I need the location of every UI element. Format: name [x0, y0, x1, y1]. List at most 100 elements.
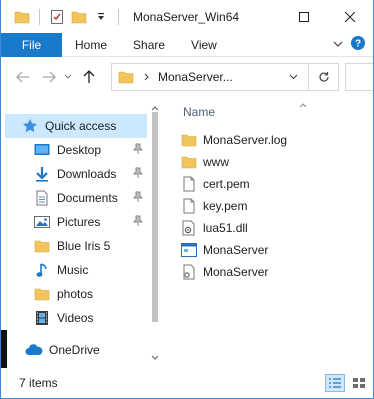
folder-icon[interactable] [11, 6, 33, 28]
tab-view[interactable]: View [178, 33, 230, 57]
breadcrumb-separator-icon[interactable] [144, 73, 150, 81]
pin-icon[interactable] [132, 143, 144, 158]
details-view-icon[interactable] [325, 374, 345, 392]
sidebar-item-label: Blue Iris 5 [57, 239, 111, 253]
column-name[interactable]: Name [183, 105, 215, 119]
large-icons-view-icon[interactable] [349, 374, 369, 392]
sidebar-item-label: Videos [57, 311, 94, 325]
sidebar-item-label: photos [57, 287, 94, 301]
sidebar-item-downloads[interactable]: Downloads [5, 162, 147, 186]
file-name: MonaServer [203, 243, 269, 257]
sidebar-item-music[interactable]: Music [5, 258, 147, 282]
tab-file[interactable]: File [1, 32, 62, 57]
desktop-icon [33, 141, 51, 159]
sidebar-item-label: Quick access [45, 119, 117, 133]
caption-buttons [281, 0, 373, 33]
pin-icon[interactable] [132, 191, 144, 206]
downloads-icon [33, 165, 51, 183]
folder-icon [181, 154, 197, 170]
folder-icon [33, 237, 51, 255]
folder-icon [33, 285, 51, 303]
address-bar[interactable]: MonaServer... [111, 63, 339, 91]
file-name: cert.pem [203, 177, 250, 191]
explorer-window: MonaServer_Win64 File Home Share View ? [0, 0, 374, 399]
config-icon [181, 264, 197, 280]
sidebar-item-label: Pictures [57, 215, 101, 229]
file-name: key.pem [203, 199, 248, 213]
file-list: Name MonaServer.log www cert.pem key.pem [169, 96, 373, 368]
file-name: MonaServer [203, 265, 269, 279]
navigation-pane: Quick access Desktop Downloads Documents… [1, 96, 161, 368]
search-input[interactable] [345, 63, 373, 91]
toolbar-divider [39, 8, 40, 25]
recent-locations-chevron-icon[interactable] [61, 65, 75, 89]
application-icon [181, 242, 197, 258]
window-title: MonaServer_Win64 [133, 9, 240, 24]
pin-icon[interactable] [132, 167, 144, 182]
sidebar-item-pictures[interactable]: Pictures [5, 210, 147, 234]
list-item[interactable]: key.pem [181, 195, 361, 217]
navigation-bar: MonaServer... [1, 58, 373, 96]
folder-icon [118, 70, 134, 84]
file-name: MonaServer.log [203, 133, 288, 147]
nav-scrollbar[interactable] [149, 96, 161, 368]
star-icon [21, 117, 39, 135]
address-path[interactable]: MonaServer... [158, 70, 233, 84]
tab-home[interactable]: Home [62, 33, 120, 57]
sidebar-item-label: Downloads [57, 167, 117, 181]
restore-button[interactable] [281, 0, 327, 33]
list-item[interactable]: MonaServer.log [181, 129, 361, 151]
list-item[interactable]: cert.pem [181, 173, 361, 195]
pin-icon[interactable] [132, 215, 144, 230]
videos-icon [33, 309, 51, 327]
sidebar-item-quick-access[interactable]: Quick access [5, 114, 147, 138]
pictures-icon [33, 213, 51, 231]
view-switcher [325, 374, 369, 392]
sidebar-item-onedrive[interactable]: OneDrive [5, 338, 147, 362]
close-button[interactable] [327, 0, 373, 33]
list-item[interactable]: MonaServer [181, 261, 361, 283]
sidebar-item-blue-iris-5[interactable]: Blue Iris 5 [5, 234, 147, 258]
list-item[interactable]: lua51.dll [181, 217, 361, 239]
status-bar: 7 items [1, 368, 373, 398]
column-header[interactable]: Name [169, 96, 373, 126]
properties-icon[interactable] [46, 6, 68, 28]
file-name: lua51.dll [203, 221, 248, 235]
address-dropdown-icon[interactable] [282, 64, 304, 90]
refresh-icon[interactable] [308, 64, 338, 90]
up-arrow-icon[interactable] [79, 65, 99, 89]
sort-indicator-icon [299, 97, 307, 111]
scrollbar-thumb[interactable] [152, 112, 158, 322]
scroll-down-icon[interactable] [151, 350, 159, 364]
list-item[interactable]: MonaServer [181, 239, 361, 261]
toolbar-divider [118, 8, 119, 25]
file-icon [181, 176, 197, 192]
sidebar-item-desktop[interactable]: Desktop [5, 138, 147, 162]
file-icon [181, 198, 197, 214]
customize-toolbar-dropdown-icon[interactable] [90, 6, 112, 28]
help-icon[interactable]: ? [351, 36, 365, 53]
music-icon [33, 261, 51, 279]
ribbon-controls: ? [333, 36, 373, 53]
svg-text:?: ? [355, 39, 361, 50]
expand-ribbon-icon[interactable] [333, 38, 343, 52]
sidebar-item-documents[interactable]: Documents [5, 186, 147, 210]
sidebar-item-label: Music [57, 263, 89, 277]
forward-arrow-icon[interactable] [39, 65, 59, 89]
cloud-icon [25, 341, 43, 359]
dll-icon [181, 220, 197, 236]
documents-icon [33, 189, 51, 207]
desktop-background [1, 330, 7, 368]
folder-icon [181, 132, 197, 148]
sidebar-item-photos[interactable]: photos [5, 282, 147, 306]
sidebar-item-label: Documents [57, 191, 118, 205]
list-item[interactable]: www [181, 151, 361, 173]
sidebar-item-videos[interactable]: Videos [5, 306, 147, 330]
tab-share[interactable]: Share [120, 33, 178, 57]
file-name: www [203, 155, 229, 169]
sidebar-item-label: OneDrive [49, 343, 100, 357]
item-count: 7 items [19, 376, 58, 390]
title-bar: MonaServer_Win64 [1, 0, 373, 33]
back-arrow-icon[interactable] [13, 65, 33, 89]
new-folder-icon[interactable] [68, 6, 90, 28]
